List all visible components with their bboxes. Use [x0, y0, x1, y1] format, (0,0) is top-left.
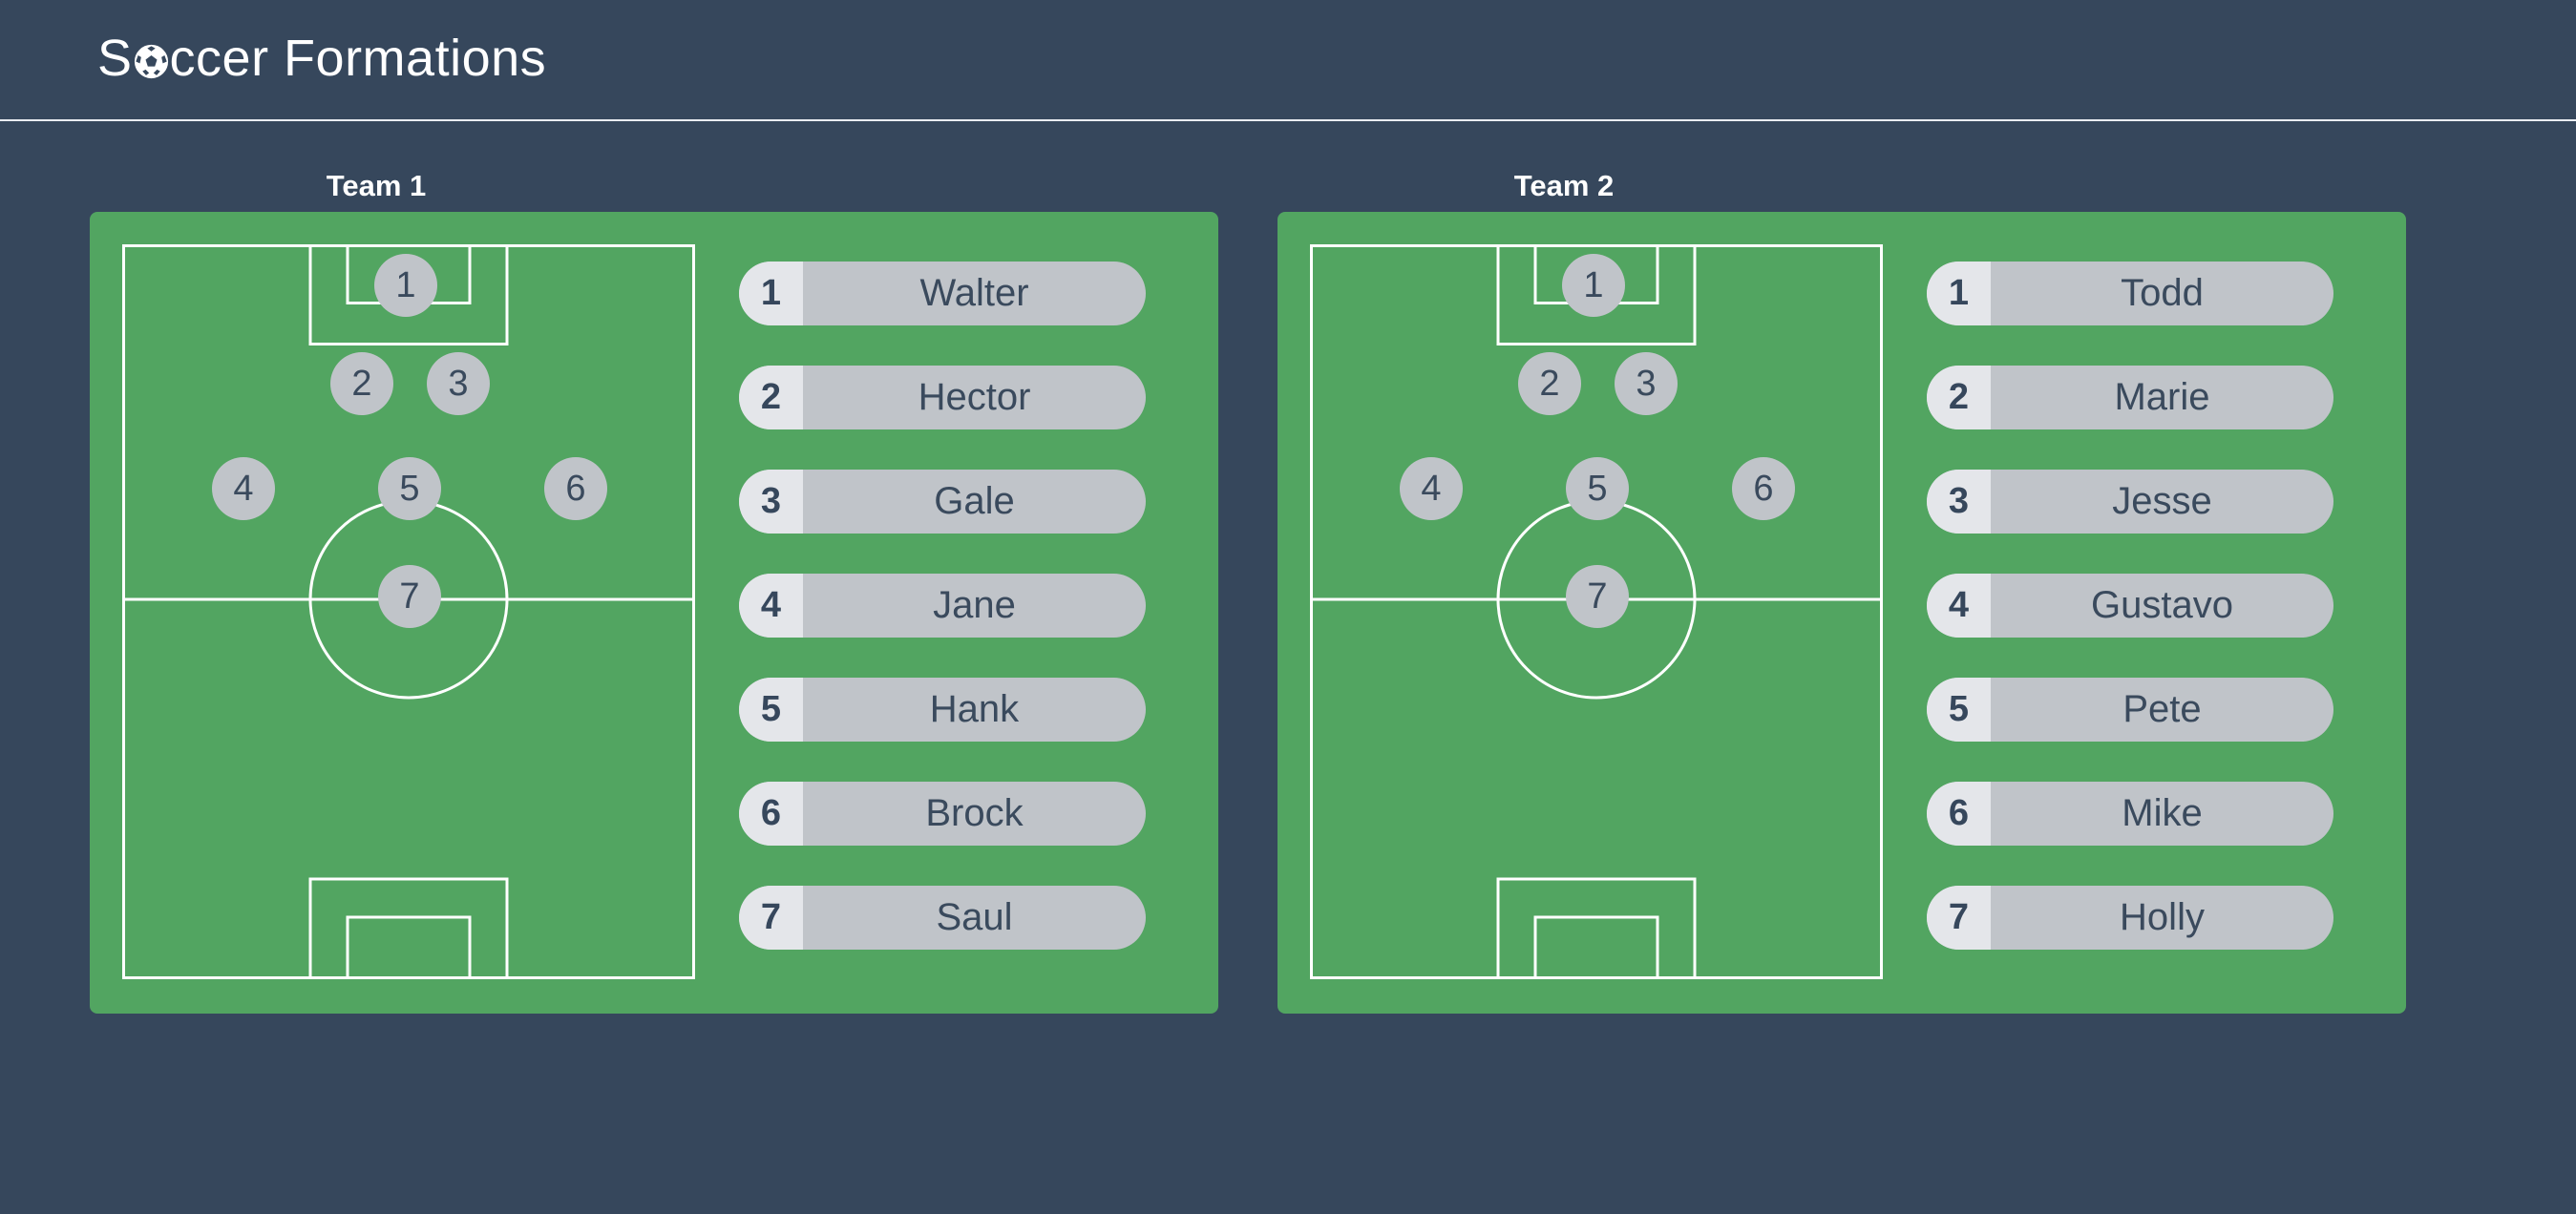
roster-item[interactable]: 6 Mike — [1927, 782, 2333, 846]
roster-name: Marie — [2114, 376, 2210, 418]
team-1-section: Team 1 1 2 3 4 5 6 7 1 Walter 2 Hector 3… — [90, 153, 1218, 1014]
player-marker-3[interactable]: 3 — [427, 352, 490, 415]
player-marker-5[interactable]: 5 — [1566, 457, 1629, 520]
roster-number: 7 — [1927, 886, 1991, 950]
roster-item[interactable]: 2 Marie — [1927, 366, 2333, 429]
roster-name: Saul — [936, 896, 1013, 938]
app-title-suffix: ccer Formations — [169, 30, 547, 87]
player-marker-1[interactable]: 1 — [1562, 254, 1625, 317]
app-title-prefix: S — [97, 30, 133, 87]
pitch: 1 2 3 4 5 6 7 — [1310, 244, 1883, 979]
roster-item[interactable]: 5 Pete — [1927, 678, 2333, 742]
roster-item[interactable]: 4 Gustavo — [1927, 574, 2333, 638]
roster-number: 3 — [739, 470, 803, 534]
team-2-panel: 1 2 3 4 5 6 7 1 Todd 2 Marie 3 Jesse 4 Gusta… — [1277, 212, 2406, 1014]
roster-number: 2 — [739, 366, 803, 429]
roster-item[interactable]: 7 Holly — [1927, 886, 2333, 950]
roster-name: Gustavo — [2091, 584, 2233, 626]
app-header: Sccer Formations — [0, 0, 2576, 121]
roster-name: Todd — [2121, 272, 2204, 314]
pitch: 1 2 3 4 5 6 7 — [122, 244, 695, 979]
roster-number: 4 — [739, 574, 803, 638]
roster-list: 1 Todd 2 Marie 3 Jesse 4 Gustavo 5 Pete 6 Mike… — [1927, 262, 2333, 990]
roster-name: Hector — [918, 376, 1031, 418]
roster-name: Mike — [2122, 792, 2203, 834]
roster-name: Brock — [925, 792, 1024, 834]
soccer-ball-icon — [134, 44, 169, 79]
player-marker-7[interactable]: 7 — [378, 565, 441, 628]
roster-number: 7 — [739, 886, 803, 950]
player-marker-1[interactable]: 1 — [374, 254, 437, 317]
player-marker-3[interactable]: 3 — [1615, 352, 1678, 415]
roster-item[interactable]: 3 Gale — [739, 470, 1146, 534]
roster-number: 6 — [1927, 782, 1991, 846]
team-1-panel: 1 2 3 4 5 6 7 1 Walter 2 Hector 3 Gale 4 Jan… — [90, 212, 1218, 1014]
roster-item[interactable]: 7 Saul — [739, 886, 1146, 950]
roster-name: Jesse — [2112, 480, 2212, 522]
player-marker-2[interactable]: 2 — [330, 352, 393, 415]
roster-name: Pete — [2122, 688, 2202, 730]
roster-item[interactable]: 5 Hank — [739, 678, 1146, 742]
app-title: Sccer Formations — [97, 27, 546, 90]
player-marker-4[interactable]: 4 — [212, 457, 275, 520]
roster-number: 5 — [1927, 678, 1991, 742]
roster-name: Holly — [2120, 896, 2205, 938]
roster-item[interactable]: 1 Walter — [739, 262, 1146, 325]
player-marker-2[interactable]: 2 — [1518, 352, 1581, 415]
player-marker-5[interactable]: 5 — [378, 457, 441, 520]
roster-item[interactable]: 4 Jane — [739, 574, 1146, 638]
roster-name: Walter — [919, 272, 1029, 314]
team-title: Team 1 — [326, 169, 427, 202]
roster-name: Jane — [933, 584, 1016, 626]
roster-number: 3 — [1927, 470, 1991, 534]
roster-item[interactable]: 6 Brock — [739, 782, 1146, 846]
player-marker-6[interactable]: 6 — [1732, 457, 1795, 520]
roster-number: 1 — [739, 262, 803, 325]
team-2-section: Team 2 1 2 3 4 5 6 7 1 Todd 2 Marie 3 Je… — [1277, 153, 2406, 1014]
roster-number: 5 — [739, 678, 803, 742]
roster-number: 6 — [739, 782, 803, 846]
roster-number: 1 — [1927, 262, 1991, 325]
roster-name: Hank — [929, 688, 1020, 730]
roster-item[interactable]: 1 Todd — [1927, 262, 2333, 325]
player-marker-7[interactable]: 7 — [1566, 565, 1629, 628]
roster-list: 1 Walter 2 Hector 3 Gale 4 Jane 5 Hank 6 Brock… — [739, 262, 1146, 990]
player-marker-4[interactable]: 4 — [1400, 457, 1463, 520]
roster-name: Gale — [934, 480, 1015, 522]
player-marker-6[interactable]: 6 — [544, 457, 607, 520]
roster-item[interactable]: 2 Hector — [739, 366, 1146, 429]
roster-item[interactable]: 3 Jesse — [1927, 470, 2333, 534]
team-title: Team 2 — [1513, 169, 1615, 202]
roster-number: 4 — [1927, 574, 1991, 638]
roster-number: 2 — [1927, 366, 1991, 429]
